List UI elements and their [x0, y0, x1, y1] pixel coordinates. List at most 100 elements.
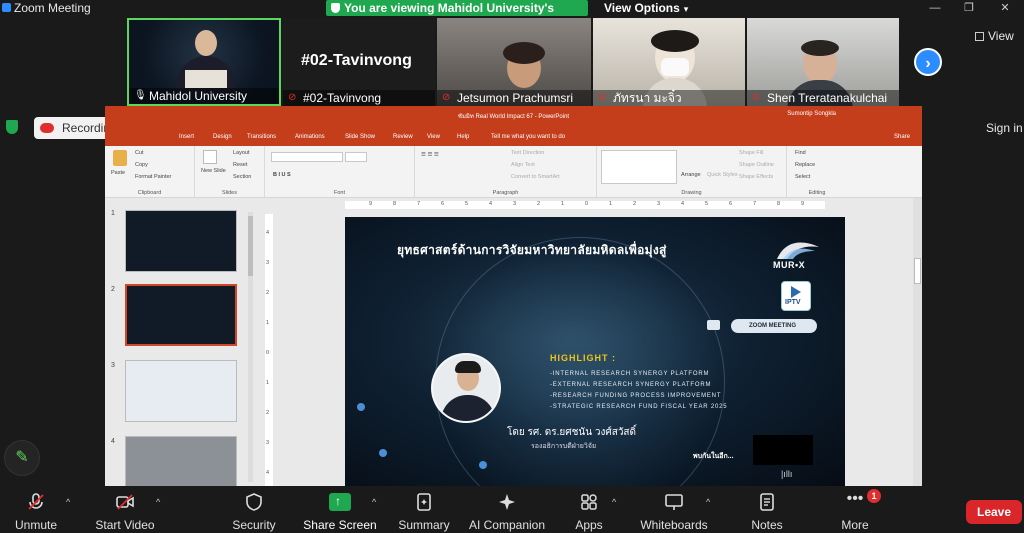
chevron-up-icon[interactable]: ^ [66, 497, 70, 507]
thumbnail-scrollbar [248, 212, 253, 482]
highlight-item: -RESEARCH FUNDING PROCESS IMPROVEMENT [550, 393, 722, 399]
participant-tile[interactable]: ⊘ ภัทรนา มะจิ๋ว [593, 18, 745, 106]
ruler-tick-label: 8 [777, 201, 781, 207]
ribbon-group-clipboard: Paste Cut Copy Format Painter Clipboard [105, 146, 195, 198]
chevron-up-icon[interactable]: ^ [372, 497, 376, 507]
quick-styles-label: Quick Styles [707, 172, 738, 178]
unmute-button[interactable]: ^ Unmute [6, 487, 70, 533]
notes-label: Notes [751, 518, 783, 532]
cut-label: Cut [135, 150, 144, 156]
slide-thumbnail-selected [125, 284, 237, 346]
slide-thumbnail [125, 360, 237, 422]
chevron-up-icon[interactable]: ^ [612, 497, 616, 507]
ribbon-group-paragraph: ☰ ☰ ☰ Text Direction Align Text Convert … [415, 146, 597, 198]
shared-screen-powerpoint: ซัมมิท Real World Impact 67 - PowerPoint… [105, 106, 922, 486]
ppt-tab-animations: Animations [295, 134, 325, 140]
restore-icon[interactable]: ❐ [960, 0, 978, 16]
microphone-muted-icon: ⊘ [288, 92, 297, 103]
share-screen-icon: ↑ [329, 493, 351, 511]
layout-label: Layout [233, 150, 250, 156]
notes-icon [760, 493, 774, 511]
video-camera-off-icon [116, 494, 134, 510]
close-icon[interactable]: ✕ [996, 0, 1014, 16]
list-icon: ☰ ☰ ☰ [421, 152, 439, 158]
microphone-icon: 🎙 [134, 90, 147, 101]
ruler-tick-label: 1 [266, 320, 270, 326]
apps-button[interactable]: ^ Apps [566, 487, 616, 533]
ruler-vertical: 4 3 2 1 0 1 2 3 4 [265, 214, 273, 486]
murx-logo-text: MUR•X [773, 260, 806, 270]
ruler-tick-label: 2 [266, 290, 270, 296]
shapes-gallery [601, 150, 677, 184]
more-notification-badge: 1 [867, 489, 881, 503]
leave-button[interactable]: Leave [966, 500, 1022, 524]
ruler-tick-label: 3 [266, 260, 270, 266]
speaker-photo [431, 353, 501, 423]
countdown-box [753, 435, 813, 465]
ruler-tick-label: 4 [266, 230, 270, 236]
slide-scrollbar-thumb [914, 258, 921, 284]
ruler-tick-label: 9 [801, 201, 805, 207]
highlight-item: -INTERNAL RESEARCH SYNERGY PLATFORM [550, 371, 710, 377]
speaker-hair [455, 361, 481, 373]
ruler-tick-label: 5 [705, 201, 709, 207]
apps-grid-icon [581, 494, 597, 510]
chevron-up-icon[interactable]: ^ [706, 497, 710, 507]
share-screen-button[interactable]: ↑ ^ Share Screen [302, 487, 378, 533]
whiteboard-icon [665, 494, 683, 510]
slide-title: ยุทธศาสตร์ด้านการวิจัยมหาวิทยาลัยมหิดลเพ… [397, 243, 667, 257]
summary-button[interactable]: Summary [394, 487, 454, 533]
next-participants-button[interactable]: › [914, 48, 942, 76]
microphone-muted-icon: ⊘ [752, 92, 761, 103]
ai-companion-label: AI Companion [468, 518, 546, 532]
share-banner: You are viewing Mahidol University's scr… [326, 0, 588, 31]
security-label: Security [232, 518, 276, 532]
ruler-tick-label: 3 [657, 201, 661, 207]
participant-name-bar: ⊘ Jetsumon Prachumsri [437, 90, 591, 106]
participant-tile[interactable]: ⊘ Jetsumon Prachumsri [437, 18, 591, 106]
ribbon-group-font: B I U S Font [265, 146, 415, 198]
participant-tile[interactable]: 🎙 Mahidol University [127, 18, 281, 106]
notes-button[interactable]: Notes [742, 487, 792, 533]
node-icon [479, 461, 487, 469]
sparkle-icon [499, 494, 515, 510]
participant-tile[interactable]: #02-Tavinvong ⊘ #02-Tavinvong [283, 18, 435, 106]
whiteboards-button[interactable]: ^ Whiteboards [636, 487, 712, 533]
ai-companion-button[interactable]: AI Companion [466, 487, 548, 533]
play-icon [791, 286, 801, 298]
video-camera-icon [707, 320, 720, 330]
chevron-up-icon[interactable]: ^ [156, 497, 160, 507]
participant-video-hair [651, 30, 699, 52]
annotate-pencil-icon[interactable]: ✎ [4, 440, 40, 476]
slide-vertical-scrollbar [913, 198, 922, 486]
slide-thumbnail-pane: 1 2 3 4 [105, 198, 255, 486]
ruler-tick-label: 4 [266, 470, 270, 476]
participant-video [195, 30, 217, 56]
ppt-ribbon: Paste Cut Copy Format Painter Clipboard … [105, 146, 922, 198]
shield-icon [246, 493, 262, 511]
view-options-button[interactable]: View Options ▾ [594, 0, 694, 16]
shape-outline-label: Shape Outline [739, 162, 774, 168]
view-button[interactable]: View [975, 29, 1014, 43]
ruler-tick-label: 3 [266, 440, 270, 446]
highlight-heading: HIGHLIGHT : [550, 353, 616, 363]
minimize-icon[interactable]: — [926, 0, 944, 16]
slide-thumbnail [125, 436, 237, 486]
slide-canvas: ยุทธศาสตร์ด้านการวิจัยมหาวิทยาลัยมหิดลเพ… [345, 217, 845, 486]
copy-label: Copy [135, 162, 148, 168]
shape-effects-label: Shape Effects [739, 174, 774, 180]
sign-in-link[interactable]: Sign in [986, 121, 1023, 135]
arrange-label: Arrange [681, 172, 701, 178]
slide-number: 1 [111, 210, 115, 217]
ruler-tick-label: 0 [266, 350, 270, 356]
participant-tile[interactable]: ⊘ Shen Treratanakulchai [747, 18, 899, 106]
ruler-tick-label: 1 [561, 201, 565, 207]
encryption-shield-icon[interactable] [6, 120, 18, 134]
ruler-tick-label: 9 [369, 201, 373, 207]
ppt-tab-insert: Insert [179, 134, 195, 140]
start-video-button[interactable]: ^ Start Video [90, 487, 160, 533]
ruler-tick-label: 1 [609, 201, 613, 207]
security-button[interactable]: Security [224, 487, 284, 533]
slides-group-label: Slides [222, 190, 237, 196]
align-text-label: Align Text [511, 162, 535, 168]
